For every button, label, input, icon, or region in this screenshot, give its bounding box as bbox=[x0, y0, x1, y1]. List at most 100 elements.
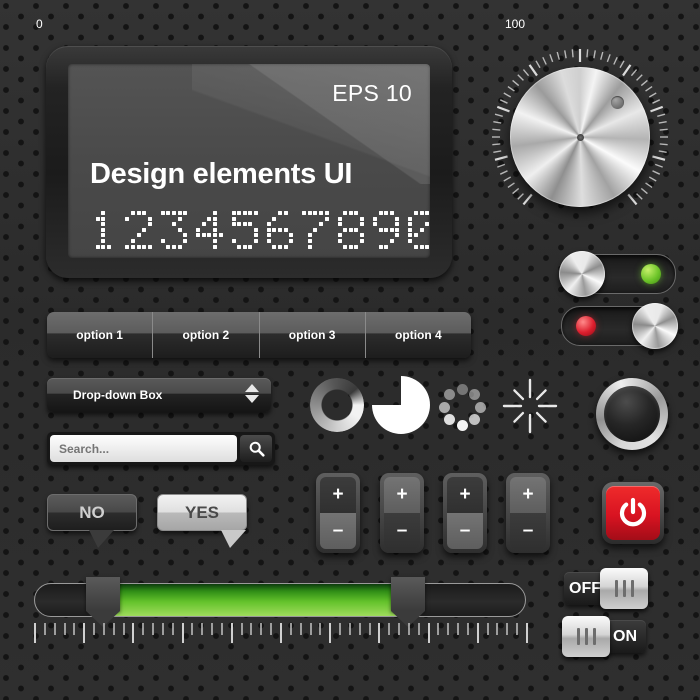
ruler-tick bbox=[358, 623, 361, 635]
dot-matrix-digits bbox=[90, 211, 430, 249]
ruler-tick bbox=[142, 623, 145, 635]
toggle-switch-on[interactable] bbox=[559, 251, 676, 297]
option-segmented-bar: option 1 option 2 option 3 option 4 bbox=[47, 312, 471, 358]
bubble-tail bbox=[221, 530, 246, 548]
range-slider-handle-low[interactable] bbox=[85, 577, 120, 627]
spoke-spinner-icon bbox=[502, 378, 558, 434]
yes-button[interactable]: YES bbox=[157, 494, 247, 531]
ruler-tick bbox=[181, 623, 184, 643]
option-button-1[interactable]: option 1 bbox=[47, 312, 154, 358]
ruler-tick bbox=[201, 623, 204, 635]
slide-switch-off[interactable]: OFF bbox=[564, 568, 648, 609]
ruler-tick bbox=[447, 623, 450, 635]
ruler-tick bbox=[211, 623, 214, 635]
stepper-minus-button[interactable]: – bbox=[320, 513, 356, 549]
ruler-tick bbox=[260, 623, 263, 635]
toggle-knob[interactable] bbox=[632, 303, 678, 349]
stepper-plus-button[interactable]: + bbox=[320, 477, 356, 513]
option-label: option 1 bbox=[76, 328, 123, 342]
stepper-plus-button[interactable]: + bbox=[510, 477, 546, 513]
ruler-tick bbox=[112, 623, 115, 635]
ruler-tick bbox=[53, 623, 56, 635]
spinner-dot bbox=[456, 419, 468, 431]
slide-switch-on[interactable]: ON bbox=[562, 616, 646, 657]
no-button-label: NO bbox=[79, 502, 105, 522]
power-button[interactable] bbox=[602, 482, 664, 544]
dropdown-label: Drop-down Box bbox=[73, 388, 163, 402]
lcd-screen: EPS 10 Design elements UI bbox=[68, 64, 430, 258]
ruler-tick bbox=[102, 623, 105, 635]
range-slider-fill bbox=[103, 584, 409, 616]
knob-position-indicator bbox=[611, 96, 624, 109]
ruler-tick bbox=[73, 623, 76, 635]
ruler-tick bbox=[161, 623, 164, 635]
ring-progress-icon bbox=[310, 378, 364, 432]
rotary-knob[interactable] bbox=[485, 42, 675, 232]
chevron-updown-icon[interactable] bbox=[245, 384, 259, 403]
lcd-panel: EPS 10 Design elements UI bbox=[46, 46, 452, 278]
ruler-tick bbox=[466, 623, 469, 635]
ruler-tick bbox=[329, 623, 332, 643]
power-icon bbox=[619, 497, 647, 527]
toggle-knob[interactable] bbox=[559, 251, 605, 297]
ruler-tick bbox=[319, 623, 322, 635]
knob-metal-face[interactable] bbox=[510, 67, 650, 207]
spinner-dot bbox=[474, 401, 486, 413]
toggle-switch-off[interactable] bbox=[561, 303, 678, 349]
stepper-4: + – bbox=[506, 473, 550, 553]
ruler-tick bbox=[240, 623, 243, 635]
yes-button-bubble: YES bbox=[157, 494, 247, 548]
ruler-tick bbox=[309, 623, 312, 635]
stepper-minus-button[interactable]: – bbox=[447, 513, 483, 549]
ruler-tick bbox=[43, 623, 46, 635]
ruler-tick bbox=[486, 623, 489, 635]
dropdown-box[interactable]: Drop-down Box bbox=[47, 378, 271, 412]
search-button[interactable] bbox=[240, 435, 272, 462]
dot-matrix-digit bbox=[160, 211, 188, 249]
ruler-tick bbox=[289, 623, 292, 635]
ruler-tick bbox=[191, 623, 194, 635]
dot-matrix-digit bbox=[90, 211, 116, 249]
spinner-dot bbox=[443, 414, 455, 426]
stepper-2: + – bbox=[380, 473, 424, 553]
search-bar bbox=[47, 432, 275, 465]
option-button-4[interactable]: option 4 bbox=[365, 312, 471, 358]
ruler-tick bbox=[220, 623, 223, 635]
dot-matrix-digit bbox=[373, 211, 400, 249]
plus-icon: + bbox=[332, 484, 344, 505]
plus-icon: + bbox=[459, 484, 471, 505]
stepper-plus-button[interactable]: + bbox=[384, 477, 420, 513]
ruler-tick bbox=[152, 623, 155, 635]
option-button-2[interactable]: option 2 bbox=[153, 312, 260, 358]
option-label: option 3 bbox=[288, 328, 336, 342]
range-slider-handle-high[interactable] bbox=[390, 577, 425, 627]
eps-badge: EPS 10 bbox=[332, 80, 412, 106]
stepper-plus-button[interactable]: + bbox=[447, 477, 483, 513]
slide-switch-handle[interactable] bbox=[562, 616, 610, 657]
option-button-3[interactable]: option 3 bbox=[259, 312, 366, 358]
dot-matrix-digit bbox=[408, 211, 430, 249]
dot-matrix-digit bbox=[302, 211, 329, 249]
no-button[interactable]: NO bbox=[47, 494, 137, 531]
dot-matrix-digit bbox=[266, 211, 294, 249]
stepper-minus-button[interactable]: – bbox=[510, 513, 546, 549]
minus-icon: – bbox=[396, 520, 408, 541]
round-black-button[interactable] bbox=[596, 378, 668, 450]
ruler-tick bbox=[122, 623, 125, 635]
ruler-tick bbox=[280, 623, 282, 643]
lcd-title: Design elements UI bbox=[90, 158, 353, 190]
slide-switch-handle[interactable] bbox=[600, 568, 648, 609]
dot-matrix-digit bbox=[125, 211, 152, 249]
ruler-tick bbox=[407, 623, 410, 635]
bubble-tail bbox=[89, 530, 114, 548]
no-button-bubble: NO bbox=[47, 494, 137, 548]
stepper-minus-button[interactable]: – bbox=[384, 513, 420, 549]
ruler-tick bbox=[526, 623, 528, 643]
dot-matrix-digit bbox=[337, 211, 364, 249]
ruler-tick bbox=[388, 623, 391, 635]
ruler-tick bbox=[348, 623, 351, 635]
slider-ruler-scale bbox=[34, 623, 528, 653]
spinner-dot bbox=[438, 401, 450, 413]
search-input[interactable] bbox=[50, 435, 237, 462]
option-label: option 4 bbox=[395, 328, 442, 342]
